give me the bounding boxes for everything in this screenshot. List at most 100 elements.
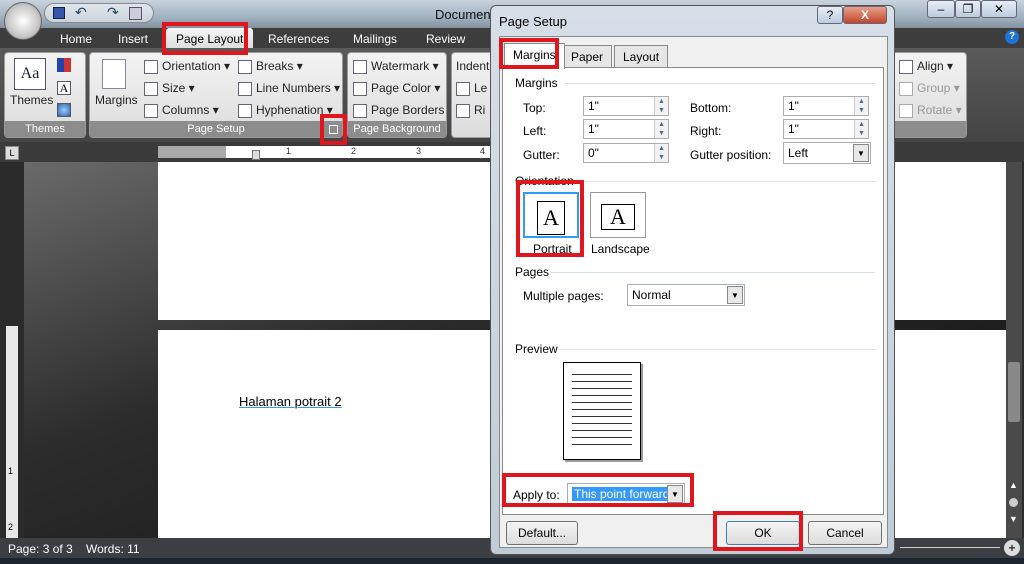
indent-left-icon xyxy=(456,81,470,96)
indent-right-icon xyxy=(456,103,470,118)
minimize-button[interactable]: – xyxy=(927,0,955,18)
theme-effects-icon[interactable] xyxy=(57,103,71,117)
scroll-thumb[interactable] xyxy=(1008,362,1020,422)
undo-icon[interactable]: ↶ xyxy=(75,4,87,21)
size-label: Size xyxy=(162,81,186,95)
previous-page-icon[interactable]: ▲ xyxy=(1009,480,1018,490)
watermark-button[interactable]: Watermark ▾ xyxy=(353,59,439,74)
zoom-slider[interactable] xyxy=(900,547,1000,548)
right-margin-value: 1" xyxy=(788,122,799,136)
hyphenation-button[interactable]: Hyphenation ▾ xyxy=(238,103,333,118)
tab-home[interactable]: Home xyxy=(60,32,92,46)
print-preview-icon[interactable] xyxy=(129,7,142,20)
indent-marker[interactable] xyxy=(252,150,260,160)
dropdown-arrow-icon[interactable]: ▼ xyxy=(853,144,869,162)
tab-review[interactable]: Review xyxy=(426,32,465,46)
margins-button[interactable]: Margins xyxy=(95,93,138,107)
dropdown-arrow-icon[interactable]: ▼ xyxy=(727,286,743,304)
landscape-label[interactable]: Landscape xyxy=(591,242,650,256)
cancel-button[interactable]: Cancel xyxy=(808,521,882,545)
restore-button[interactable]: ❐ xyxy=(955,0,981,18)
columns-button[interactable]: Columns ▾ xyxy=(144,103,219,118)
gutter-input[interactable]: 0" ▲ ▼ xyxy=(583,143,669,163)
tab-insert[interactable]: Insert xyxy=(118,32,148,46)
vertical-scrollbar[interactable]: ▲ ▼ xyxy=(1006,162,1022,538)
next-page-icon[interactable]: ▼ xyxy=(1009,514,1018,524)
breaks-label: Breaks xyxy=(256,59,294,73)
tab-margins[interactable]: Margins xyxy=(504,43,565,69)
ok-button[interactable]: OK xyxy=(726,521,800,545)
vruler-tick: 1 xyxy=(8,466,14,476)
tab-page-layout[interactable]: Page Layout xyxy=(166,28,254,50)
bottom-margin-input[interactable]: 1" ▲ ▼ xyxy=(783,96,869,116)
landscape-option[interactable]: A xyxy=(590,192,646,238)
page-setup-dialog-launcher-icon[interactable] xyxy=(329,125,338,134)
spinner-arrows-icon[interactable]: ▲ ▼ xyxy=(854,120,868,138)
bottom-margin-value: 1" xyxy=(788,99,799,113)
group-label: Group xyxy=(917,81,951,95)
themes-button[interactable]: Themes xyxy=(10,93,53,107)
theme-fonts-icon[interactable]: A xyxy=(57,81,71,95)
page-count[interactable]: Page: 3 of 3 xyxy=(8,542,73,556)
tab-references[interactable]: References xyxy=(268,32,329,46)
theme-colors-icon[interactable] xyxy=(57,58,71,72)
gutter-position-select[interactable]: Left ▼ xyxy=(783,142,871,164)
spinner-arrows-icon[interactable]: ▲ ▼ xyxy=(854,97,868,115)
zoom-in-icon[interactable]: + xyxy=(1004,540,1020,556)
size-button[interactable]: Size ▾ xyxy=(144,81,195,96)
left-margin-input[interactable]: 1" ▲ ▼ xyxy=(583,119,669,139)
top-margin-input[interactable]: 1" ▲ ▼ xyxy=(583,96,669,116)
spinner-arrows-icon[interactable]: ▲ ▼ xyxy=(654,97,668,115)
margins-icon[interactable] xyxy=(102,59,126,89)
page-borders-button[interactable]: Page Borders xyxy=(353,103,444,118)
tab-selector-icon[interactable]: L xyxy=(5,146,19,160)
line-numbers-button[interactable]: Line Numbers ▾ xyxy=(238,81,340,96)
dropdown-arrow-icon[interactable]: ▼ xyxy=(667,485,683,503)
dialog-title: Page Setup xyxy=(499,14,567,29)
apply-to-select[interactable]: This point forward ▼ xyxy=(567,483,685,505)
orientation-button[interactable]: Orientation ▾ xyxy=(144,59,230,74)
indent-right[interactable]: Ri xyxy=(456,103,485,118)
tab-mailings[interactable]: Mailings xyxy=(353,32,397,46)
portrait-label[interactable]: Portrait xyxy=(533,242,572,256)
multiple-pages-select[interactable]: Normal ▼ xyxy=(627,284,745,306)
align-label: Align xyxy=(917,59,944,73)
watermark-label: Watermark xyxy=(371,59,430,73)
group-icon xyxy=(899,81,913,96)
page-color-icon xyxy=(353,81,367,96)
office-button[interactable] xyxy=(4,2,42,40)
help-icon[interactable]: ? xyxy=(1005,30,1019,44)
word-count[interactable]: Words: 11 xyxy=(86,542,140,556)
spinner-arrows-icon[interactable]: ▲ ▼ xyxy=(654,120,668,138)
close-window-button[interactable]: ✕ xyxy=(981,0,1017,18)
align-button[interactable]: Align ▾ xyxy=(899,59,953,74)
pages-section-label: Pages xyxy=(515,265,550,279)
save-icon[interactable] xyxy=(53,7,65,19)
dialog-help-button[interactable]: ? xyxy=(817,6,843,24)
tab-paper[interactable]: Paper xyxy=(562,45,613,67)
default-button[interactable]: Default... xyxy=(506,521,578,545)
apply-to-value: This point forward xyxy=(572,487,672,501)
redo-icon[interactable]: ↷ xyxy=(107,4,119,21)
rotate-button[interactable]: Rotate ▾ xyxy=(899,103,962,118)
tab-layout[interactable]: Layout xyxy=(614,45,669,67)
orientation-section-label: Orientation xyxy=(515,174,574,188)
page-color-button[interactable]: Page Color ▾ xyxy=(353,81,440,96)
spinner-arrows-icon[interactable]: ▲ ▼ xyxy=(654,144,668,162)
margins-tab-content: Margins Top: 1" ▲ ▼ Bottom: 1" ▲ ▼ Left: 1" ▲… xyxy=(502,67,884,515)
select-browse-object-icon[interactable] xyxy=(1009,498,1018,507)
rotate-label: Rotate xyxy=(917,103,953,117)
orientation-icon xyxy=(144,59,158,74)
group-button[interactable]: Group ▾ xyxy=(899,81,960,96)
dialog-panel: Margins Paper Layout Margins Top: 1" ▲ ▼ B… xyxy=(499,36,888,548)
right-margin-input[interactable]: 1" ▲ ▼ xyxy=(783,119,869,139)
page-color-label: Page Color xyxy=(371,81,432,95)
horizontal-ruler[interactable]: 1 2 3 4 xyxy=(158,146,498,160)
breaks-button[interactable]: Breaks ▾ xyxy=(238,59,303,74)
themes-icon[interactable]: Aa xyxy=(14,58,46,90)
dialog-close-button[interactable]: X xyxy=(843,6,887,24)
document-text[interactable]: Halaman potrait 2 xyxy=(239,394,342,409)
vertical-ruler[interactable]: 1 2 xyxy=(6,326,18,538)
portrait-option[interactable]: A xyxy=(523,192,579,238)
indent-left[interactable]: Le xyxy=(456,81,487,96)
